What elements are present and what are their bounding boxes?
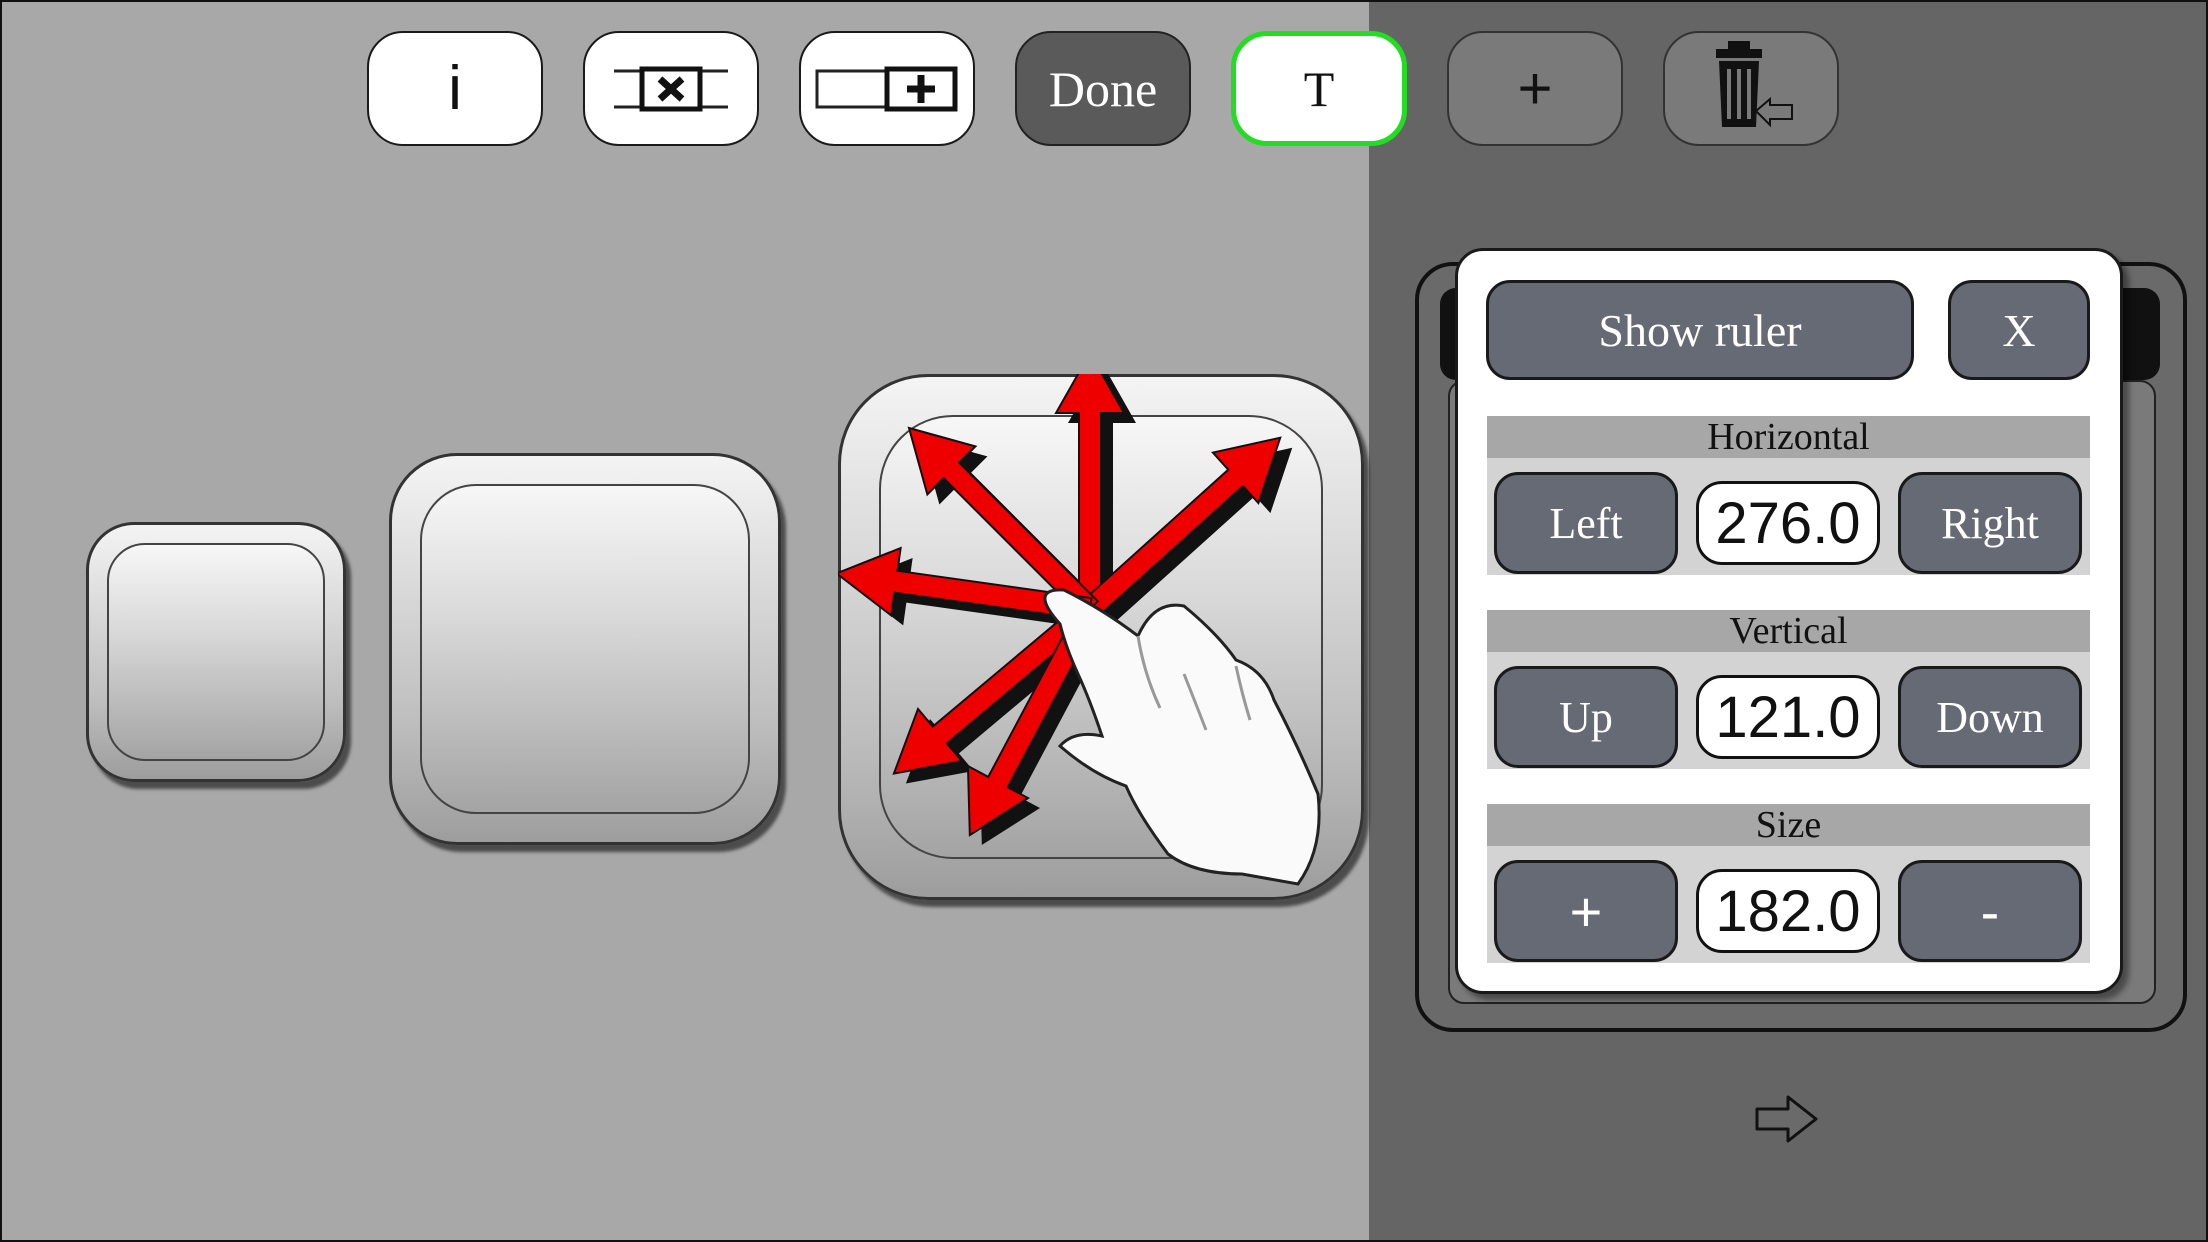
small-square-button[interactable] bbox=[86, 522, 346, 782]
show-ruler-label: Show ruler bbox=[1598, 304, 1802, 356]
size-value-field[interactable]: 182.0 bbox=[1696, 869, 1880, 953]
move-arrows-icon bbox=[838, 374, 1321, 886]
hand-pointer-icon bbox=[1043, 588, 1321, 886]
down-label: Down bbox=[1936, 692, 2044, 742]
size-decrease-button[interactable]: - bbox=[1898, 860, 2082, 962]
text-button[interactable]: T bbox=[1231, 31, 1407, 146]
up-label: Up bbox=[1559, 692, 1613, 742]
info-button[interactable]: i bbox=[367, 31, 543, 146]
info-icon: i bbox=[448, 54, 462, 123]
vertical-title: Vertical bbox=[1487, 610, 2090, 652]
horizontal-value-field[interactable]: 276.0 bbox=[1696, 481, 1880, 565]
add-cell-button[interactable] bbox=[799, 31, 975, 146]
move-up-button[interactable]: Up bbox=[1494, 666, 1678, 768]
text-label: T bbox=[1303, 60, 1335, 117]
remove-cell-icon bbox=[614, 66, 728, 111]
size-increase-button[interactable]: + bbox=[1494, 860, 1678, 962]
add-button[interactable]: + bbox=[1447, 31, 1623, 146]
close-panel-button[interactable]: X bbox=[1948, 280, 2090, 380]
delete-button[interactable] bbox=[1663, 31, 1839, 146]
show-ruler-button[interactable]: Show ruler bbox=[1486, 280, 1914, 380]
move-right-button[interactable]: Right bbox=[1898, 472, 2082, 574]
next-arrow-icon[interactable] bbox=[1754, 1094, 1820, 1144]
horizontal-title: Horizontal bbox=[1487, 416, 2090, 458]
plus-label: + bbox=[1569, 879, 1603, 943]
minus-label: - bbox=[1980, 879, 2000, 943]
trash-icon bbox=[1716, 40, 1793, 127]
move-down-button[interactable]: Down bbox=[1898, 666, 2082, 768]
move-left-button[interactable]: Left bbox=[1494, 472, 1678, 574]
right-label: Right bbox=[1941, 498, 2039, 548]
medium-square-button[interactable] bbox=[389, 453, 781, 845]
done-label: Done bbox=[1048, 60, 1158, 117]
add-label: + bbox=[1517, 55, 1553, 122]
close-icon: X bbox=[2002, 304, 2036, 356]
done-button[interactable]: Done bbox=[1015, 31, 1191, 146]
left-label: Left bbox=[1549, 498, 1623, 548]
remove-cell-button[interactable] bbox=[583, 31, 759, 146]
vertical-value-field[interactable]: 121.0 bbox=[1696, 675, 1880, 759]
add-cell-icon bbox=[815, 66, 958, 111]
size-title: Size bbox=[1487, 804, 2090, 846]
